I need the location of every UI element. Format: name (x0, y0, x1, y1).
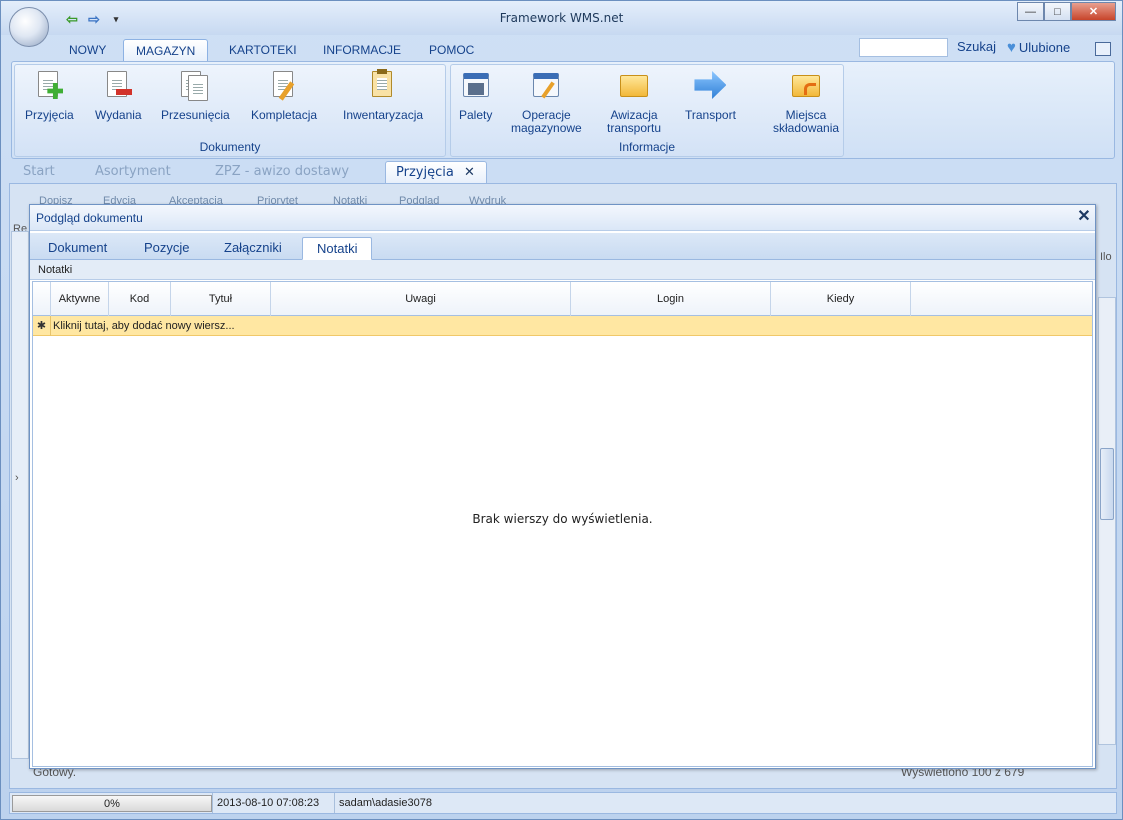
new-row-star-icon: ✱ (33, 316, 51, 336)
document-tabs: Start Asortyment ZPZ - awizo dostawy Prz… (11, 161, 1115, 183)
maximize-button[interactable]: □ (1044, 2, 1071, 21)
status-bar: 0% 2013-08-10 07:08:23 sadam\adasie3078 (9, 792, 1117, 814)
doc-tab-zpz[interactable]: ZPZ - awizo dostawy (205, 161, 359, 183)
document-preview-dialog: Podgląd dokumentu ✕ Dokument Pozycje Zał… (29, 204, 1096, 769)
arrow-right-icon (694, 69, 727, 103)
column-header-aktywne[interactable]: Aktywne (51, 282, 109, 316)
close-dialog-icon[interactable]: ✕ (1077, 209, 1091, 225)
progress-bar: 0% (12, 795, 212, 812)
window-layout-icon[interactable] (1095, 42, 1111, 56)
scrollbar-thumb[interactable] (1100, 448, 1114, 520)
favorites-label: Ulubione (1018, 40, 1071, 55)
operacje-magazynowe-button[interactable]: Operacje magazynowe (511, 69, 582, 135)
awizacja-label-line2: transportu (607, 121, 662, 135)
column-header-tytul[interactable]: Tytuł (171, 282, 271, 316)
dialog-title-bar: Podgląd dokumentu ✕ (30, 205, 1095, 231)
empty-message: Brak wierszy do wyświetlenia. (472, 512, 653, 526)
ribbon-group-informacje: Palety Operacje magazynowe Awizacja tran… (450, 64, 844, 157)
app-window: ⇦ ⇨ ▾ Framework WMS.net — □ ✕ NOWY MAGAZ… (0, 0, 1123, 820)
calendar-edit-icon (530, 69, 562, 103)
dialog-title: Podgląd dokumentu (36, 211, 143, 225)
document-add-icon (33, 69, 65, 103)
doc-tab-start[interactable]: Start (13, 161, 65, 183)
tab-nowy[interactable]: NOWY (57, 39, 118, 61)
title-bar: ⇦ ⇨ ▾ Framework WMS.net — □ ✕ (1, 1, 1122, 35)
tab-kartoteki[interactable]: KARTOTEKI (217, 39, 309, 61)
awizacja-transportu-button[interactable]: Awizacja transportu (607, 69, 661, 135)
palety-button[interactable]: Palety (459, 69, 492, 122)
doc-tab-przyjecia-label: Przyjęcia (396, 165, 454, 180)
inwentaryzacja-label: Inwentaryzacja (343, 108, 424, 122)
pallet-calendar-icon (460, 69, 492, 103)
background-column-ilo: Ilo (1100, 251, 1112, 263)
folder-rss-icon (790, 69, 822, 103)
group-label-dokumenty: Dokumenty (199, 140, 261, 154)
tab-pozycje[interactable]: Pozycje (130, 237, 204, 260)
section-label: Notatki (30, 260, 1095, 280)
palety-label: Palety (459, 108, 493, 122)
tab-magazyn[interactable]: MAGAZYN (123, 39, 209, 61)
column-header-uwagi[interactable]: Uwagi (271, 282, 571, 316)
search-button[interactable]: Szukaj (957, 39, 996, 54)
datetime-field: 2013-08-10 07:08:23 (212, 793, 334, 813)
tab-dokument[interactable]: Dokument (34, 237, 121, 260)
progress-text: 0% (104, 798, 120, 810)
menu-tabs: NOWY MAGAZYN KARTOTEKI INFORMACJE POMOC (11, 37, 1115, 61)
column-header-login[interactable]: Login (571, 282, 771, 316)
inwentaryzacja-button[interactable]: Inwentaryzacja (343, 69, 423, 122)
close-tab-icon[interactable]: ✕ (464, 165, 475, 180)
column-header-kiedy[interactable]: Kiedy (771, 282, 911, 316)
wydania-label: Wydania (95, 108, 142, 122)
expand-left-icon[interactable]: › (15, 472, 19, 484)
przesuniecia-label: Przesunięcia (161, 108, 230, 122)
doc-tab-przyjecia[interactable]: Przyjęcia ✕ (385, 161, 487, 183)
kompletacja-label: Kompletacja (251, 108, 318, 122)
tab-pomoc[interactable]: POMOC (417, 39, 486, 61)
user-field: sadam\adasie3078 (334, 793, 634, 813)
miejsca-skladowania-button[interactable]: Miejsca składowania (773, 69, 839, 135)
minimize-button[interactable]: — (1017, 2, 1044, 21)
application-orb-button[interactable] (9, 7, 49, 47)
close-window-button[interactable]: ✕ (1071, 2, 1116, 21)
doc-tab-asortyment[interactable]: Asortyment (85, 161, 181, 183)
transport-button[interactable]: Transport (685, 69, 736, 122)
column-header-kod[interactable]: Kod (109, 282, 171, 316)
miejsca-label-line2: składowania (773, 121, 840, 135)
ribbon: Przyjęcia Wydania Przesunięcia Kompletac… (11, 61, 1115, 159)
vertical-scrollbar[interactable] (1098, 297, 1116, 745)
transport-label: Transport (685, 108, 736, 122)
clipboard-icon (367, 69, 399, 103)
folder-icon (618, 69, 650, 103)
operacje-label-line2: magazynowe (511, 121, 582, 135)
przesuniecia-button[interactable]: Przesunięcia (161, 69, 230, 122)
wydania-button[interactable]: Wydania (95, 69, 142, 122)
new-row-text: Kliknij tutaj, aby dodać nowy wiersz... (53, 320, 235, 332)
window-controls: — □ ✕ (1017, 2, 1116, 21)
document-remove-icon (102, 69, 134, 103)
kompletacja-button[interactable]: Kompletacja (251, 69, 317, 122)
tab-informacje[interactable]: INFORMACJE (311, 39, 413, 61)
notes-grid: Aktywne Kod Tytuł Uwagi Login Kiedy ✱ Kl… (32, 281, 1093, 767)
document-edit-icon (268, 69, 300, 103)
przyjecia-label: Przyjęcia (25, 108, 74, 122)
search-input[interactable] (859, 38, 948, 57)
tab-zalaczniki[interactable]: Załączniki (210, 237, 296, 260)
left-panel-scrollbar[interactable]: › (11, 231, 29, 759)
ribbon-group-dokumenty: Przyjęcia Wydania Przesunięcia Kompletac… (14, 64, 446, 157)
row-indicator-header (33, 282, 51, 316)
tab-notatki[interactable]: Notatki (302, 237, 373, 260)
dialog-tabs: Dokument Pozycje Załączniki Notatki (30, 233, 1095, 260)
group-label-informacje: Informacje (618, 140, 676, 154)
favorites-button[interactable]: ♥ Ulubione (1007, 39, 1070, 56)
window-title: Framework WMS.net (499, 11, 624, 25)
grid-header: Aktywne Kod Tytuł Uwagi Login Kiedy (33, 282, 1092, 316)
przyjecia-button[interactable]: Przyjęcia (25, 69, 74, 122)
new-row[interactable]: ✱ Kliknij tutaj, aby dodać nowy wiersz..… (33, 316, 1092, 336)
documents-move-icon (179, 69, 211, 103)
heart-icon: ♥ (1007, 39, 1016, 56)
